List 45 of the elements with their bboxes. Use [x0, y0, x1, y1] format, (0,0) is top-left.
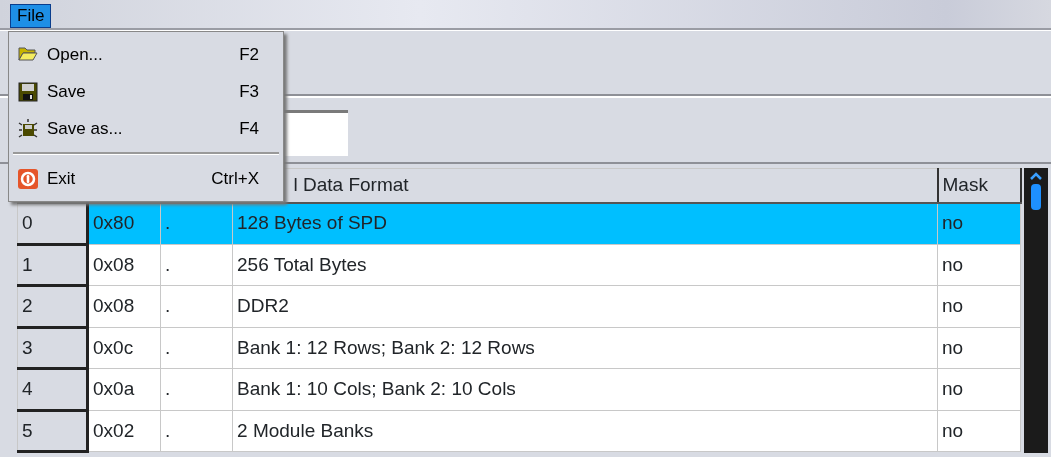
scrollbar[interactable]: [1023, 168, 1048, 453]
table-cell: 0x08: [87, 285, 161, 327]
row-header[interactable]: 5: [17, 410, 88, 452]
table-cell: 0x80: [87, 202, 161, 244]
scroll-thumb[interactable]: [1030, 184, 1041, 210]
scroll-up-icon[interactable]: [1029, 172, 1042, 180]
shortcut-label: F3: [239, 80, 259, 103]
row-header[interactable]: 0: [17, 202, 88, 244]
row-header[interactable]: 2: [17, 285, 88, 327]
row-header[interactable]: 3: [17, 327, 88, 369]
table-cell: 256 Total Bytes: [232, 244, 938, 286]
table-cell: no: [937, 410, 1021, 452]
table-cell: 128 Bytes of SPD: [232, 202, 938, 244]
menu-item[interactable]: Save F3: [9, 73, 283, 110]
shortcut-label: F2: [239, 43, 259, 66]
table-cell: no: [937, 285, 1021, 327]
menu-item[interactable]: Exit Ctrl+X: [9, 160, 283, 197]
table-cell: .: [160, 327, 233, 369]
table-cell: no: [937, 327, 1021, 369]
table-cell: 0x0c: [87, 327, 161, 369]
table-cell: 2 Module Banks: [232, 410, 938, 452]
table-cell: no: [937, 244, 1021, 286]
table-cell: Bank 1: 10 Cols; Bank 2: 10 Cols: [232, 368, 938, 410]
table-cell: Bank 1: 12 Rows; Bank 2: 12 Rows: [232, 327, 938, 369]
floppy-disk-icon: [17, 117, 39, 140]
table-cell: DDR2: [232, 285, 938, 327]
table-cell: 0x02: [87, 410, 161, 452]
table-cell: .: [160, 202, 233, 244]
shortcut-label: Ctrl+X: [211, 167, 259, 190]
row-header[interactable]: 4: [17, 368, 88, 410]
table-cell: .: [160, 244, 233, 286]
shortcut-label: F4: [239, 117, 259, 140]
table-cell: 0x08: [87, 244, 161, 286]
table-cell: .: [160, 410, 233, 452]
menu-item[interactable]: File: [10, 4, 52, 28]
table-cell: .: [160, 285, 233, 327]
menu-item[interactable]: Open... F2: [9, 36, 283, 73]
table-cell: no: [937, 202, 1021, 244]
power-icon: [17, 167, 39, 190]
table-cell: no: [937, 368, 1021, 410]
row-header[interactable]: 1: [17, 244, 88, 286]
column-header[interactable]: l Data Format: [293, 174, 409, 195]
menu-item[interactable]: Save as... F4: [9, 110, 283, 147]
table-cell: .: [160, 368, 233, 410]
table-cell: 0x0a: [87, 368, 161, 410]
